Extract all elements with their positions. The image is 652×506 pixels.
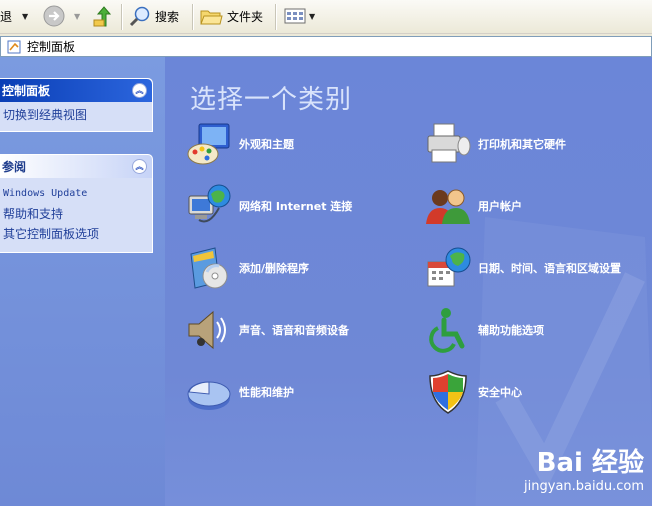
views-dropdown-icon[interactable]: ▼ bbox=[309, 12, 315, 21]
category-performance[interactable]: 性能和维护 bbox=[185, 368, 294, 416]
category-label: 添加/删除程序 bbox=[239, 262, 310, 275]
category-label: 安全中心 bbox=[478, 386, 522, 399]
category-network[interactable]: 网络和 Internet 连接 bbox=[185, 182, 352, 230]
switch-classic-view-link[interactable]: 切换到经典视图 bbox=[0, 105, 152, 125]
other-options-link[interactable]: 其它控制面板选项 bbox=[0, 224, 152, 244]
views-icon bbox=[284, 8, 306, 24]
address-bar[interactable]: 控制面板 bbox=[0, 36, 652, 57]
add-remove-programs-icon bbox=[185, 244, 233, 292]
security-center-icon bbox=[424, 368, 472, 416]
baidu-watermark: Bai 经验 jingyan.baidu.com bbox=[524, 442, 644, 494]
control-panel-panel: 控制面板 ︽ 切换到经典视图 bbox=[0, 78, 153, 132]
category-user-accounts[interactable]: 用户帐户 bbox=[424, 182, 522, 230]
back-dropdown-icon[interactable]: ▼ bbox=[22, 12, 28, 21]
panel-header[interactable]: 参阅 ︽ bbox=[0, 155, 152, 178]
accessibility-icon bbox=[424, 306, 472, 354]
up-folder-icon bbox=[93, 6, 112, 27]
category-label: 日期、时间、语言和区域设置 bbox=[478, 262, 621, 275]
user-accounts-icon bbox=[424, 182, 472, 230]
panel-title: 参阅 bbox=[2, 160, 27, 174]
sound-icon bbox=[185, 306, 233, 354]
category-accessibility[interactable]: 辅助功能选项 bbox=[424, 306, 544, 354]
help-support-link[interactable]: 帮助和支持 bbox=[0, 204, 152, 224]
category-date-time[interactable]: 日期、时间、语言和区域设置 bbox=[424, 244, 621, 292]
windows-update-link[interactable]: Windows Update bbox=[0, 184, 152, 204]
folders-button[interactable]: 文件夹 bbox=[199, 4, 263, 28]
category-add-remove[interactable]: 添加/删除程序 bbox=[185, 244, 309, 292]
toolbar-separator bbox=[121, 4, 122, 30]
category-appearance[interactable]: 外观和主题 bbox=[185, 120, 294, 168]
category-security-center[interactable]: 安全中心 bbox=[424, 368, 522, 416]
search-icon bbox=[129, 6, 150, 27]
category-label: 网络和 Internet 连接 bbox=[239, 200, 353, 213]
toolbar-separator bbox=[192, 4, 193, 30]
forward-arrow-icon bbox=[43, 5, 65, 27]
baidu-logo: Bai 经验 bbox=[536, 448, 644, 478]
panel-title: 控制面板 bbox=[2, 84, 51, 98]
collapse-chevron-icon[interactable]: ︽ bbox=[132, 159, 147, 174]
category-area: 选择一个类别 外观和主题 网络和 Internet 连接 添加/删除程序 声音、… bbox=[165, 57, 652, 506]
category-label: 声音、语音和音频设备 bbox=[239, 324, 349, 337]
back-button[interactable]: 退 ▼ bbox=[0, 4, 28, 28]
toolbar: 退 ▼ ▼ 搜索 文件夹 ▼ bbox=[0, 0, 652, 34]
toolbar-separator bbox=[275, 4, 276, 30]
panel-header[interactable]: 控制面板 ︽ bbox=[0, 79, 152, 102]
address-value: 控制面板 bbox=[27, 40, 76, 54]
network-icon bbox=[185, 182, 233, 230]
control-panel-icon bbox=[7, 40, 21, 53]
category-label: 打印机和其它硬件 bbox=[478, 138, 566, 151]
forward-dropdown-icon[interactable]: ▼ bbox=[74, 12, 80, 21]
date-time-icon bbox=[424, 244, 472, 292]
category-label: 性能和维护 bbox=[239, 386, 294, 399]
printer-icon bbox=[424, 120, 472, 168]
folder-icon bbox=[200, 10, 223, 25]
collapse-chevron-icon[interactable]: ︽ bbox=[132, 83, 147, 98]
search-label: 搜索 bbox=[155, 9, 180, 24]
appearance-themes-icon bbox=[185, 120, 233, 168]
forward-button[interactable]: ▼ bbox=[42, 4, 80, 28]
performance-icon bbox=[185, 368, 233, 416]
views-button[interactable]: ▼ bbox=[283, 4, 315, 28]
search-button[interactable]: 搜索 bbox=[128, 4, 179, 28]
see-also-panel: 参阅 ︽ Windows Update 帮助和支持 其它控制面板选项 bbox=[0, 154, 153, 253]
category-label: 辅助功能选项 bbox=[478, 324, 544, 337]
category-label: 用户帐户 bbox=[478, 200, 522, 213]
category-printers[interactable]: 打印机和其它硬件 bbox=[424, 120, 566, 168]
page-title: 选择一个类别 bbox=[190, 85, 353, 115]
back-label: 退 bbox=[0, 9, 13, 24]
folders-label: 文件夹 bbox=[227, 9, 264, 24]
baidu-url: jingyan.baidu.com bbox=[524, 479, 644, 494]
category-label: 外观和主题 bbox=[239, 138, 294, 151]
up-folder-button[interactable] bbox=[92, 4, 114, 28]
task-pane: 控制面板 ︽ 切换到经典视图 参阅 ︽ Windows Update 帮助和支持… bbox=[0, 57, 165, 506]
category-sound[interactable]: 声音、语音和音频设备 bbox=[185, 306, 349, 354]
